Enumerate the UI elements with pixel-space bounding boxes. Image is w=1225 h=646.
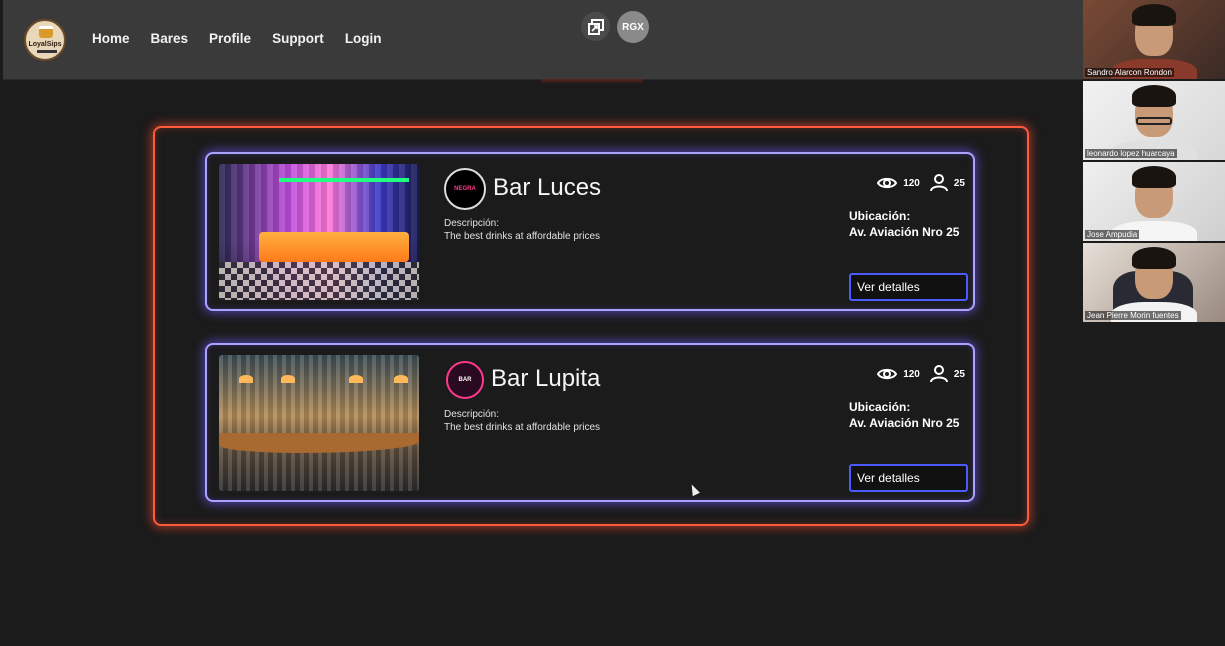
- app-window: LoyalSips Home Bares Profile Support Log…: [3, 0, 1083, 646]
- participants-panel: Sandro Alarcon Rondon leonardo lopez hua…: [1083, 0, 1225, 646]
- eye-icon: [877, 177, 898, 189]
- eye-icon: [877, 368, 898, 380]
- location-value: Av. Aviación Nro 25: [849, 416, 960, 430]
- participant-hair: [1132, 247, 1176, 269]
- participant-hair: [1132, 4, 1176, 26]
- nav-links: Home Bares Profile Support Login: [92, 31, 382, 46]
- bar-shelf-light: [279, 178, 409, 182]
- lamp: [281, 375, 295, 383]
- bar-logo-text: BAR: [458, 377, 472, 383]
- participant-name: Jose Ampudia: [1085, 230, 1140, 239]
- description-text: The best drinks at affordable prices: [444, 422, 601, 433]
- bar-logo: BAR: [446, 361, 484, 399]
- nav-profile[interactable]: Profile: [209, 31, 251, 46]
- bar-card: NEGRA Bar Luces Descripción: The best dr…: [205, 152, 975, 311]
- description-text: The best drinks at affordable prices: [444, 231, 601, 242]
- screen-share-button[interactable]: [581, 12, 610, 41]
- users-count: 25: [953, 177, 965, 189]
- location-value: Av. Aviación Nro 25: [849, 225, 960, 239]
- bar-card: BAR Bar Lupita Descripción: The best dri…: [205, 343, 975, 502]
- nav-home[interactable]: Home: [92, 31, 130, 46]
- navbar: LoyalSips Home Bares Profile Support Log…: [3, 0, 1083, 80]
- user-avatar[interactable]: RGX: [617, 11, 649, 43]
- bar-floor: [219, 262, 419, 300]
- app-logo[interactable]: LoyalSips: [24, 19, 66, 61]
- lamp: [349, 375, 363, 383]
- bar-name: Bar Lupita: [491, 365, 601, 392]
- views-count: 120: [903, 177, 920, 189]
- logo-bar: [37, 50, 57, 53]
- participant-tile[interactable]: Jose Ampudia: [1083, 162, 1225, 241]
- bar-stats: 120 25: [877, 174, 965, 192]
- nav-login[interactable]: Login: [345, 31, 382, 46]
- participant-name: leonardo lopez huarcaya: [1085, 149, 1177, 158]
- bar-logo-text: NEGRA: [454, 186, 476, 192]
- screen-share-icon: [587, 18, 604, 35]
- bar-photo: [219, 164, 419, 300]
- bar-logo: NEGRA: [444, 168, 486, 210]
- lamp: [239, 375, 253, 383]
- users-count: 25: [953, 368, 965, 380]
- participant-tile[interactable]: Jean Pierre Morin fuentes: [1083, 243, 1225, 322]
- bar-photo: [219, 355, 419, 491]
- bar-stats: 120 25: [877, 365, 965, 383]
- bar-name: Bar Luces: [493, 174, 602, 201]
- glasses-icon: [1136, 117, 1172, 125]
- bar-counter: [259, 232, 409, 262]
- participant-hair: [1132, 166, 1176, 188]
- view-details-button[interactable]: Ver detalles: [849, 273, 968, 301]
- participant-name: Sandro Alarcon Rondon: [1085, 68, 1174, 77]
- location-label: Ubicación:: [849, 209, 911, 223]
- participant-tile[interactable]: leonardo lopez huarcaya: [1083, 81, 1225, 160]
- participant-hair: [1132, 85, 1176, 107]
- nav-bares[interactable]: Bares: [151, 31, 189, 46]
- location-label: Ubicación:: [849, 400, 911, 414]
- views-count: 120: [903, 368, 920, 380]
- person-icon: [929, 365, 948, 383]
- bar-counter: [219, 433, 419, 453]
- logo-text: LoyalSips: [28, 41, 62, 48]
- lamp: [394, 375, 408, 383]
- description-label: Descripción:: [444, 218, 500, 229]
- view-details-button[interactable]: Ver detalles: [849, 464, 968, 492]
- participant-name: Jean Pierre Morin fuentes: [1085, 311, 1181, 320]
- description-label: Descripción:: [444, 409, 500, 420]
- nav-support[interactable]: Support: [272, 31, 324, 46]
- screen-frame: LoyalSips Home Bares Profile Support Log…: [0, 0, 1225, 646]
- person-icon: [929, 174, 948, 192]
- beer-mug-icon: [39, 26, 53, 38]
- nav-glow-decoration: [541, 79, 643, 82]
- participant-tile[interactable]: Sandro Alarcon Rondon: [1083, 0, 1225, 79]
